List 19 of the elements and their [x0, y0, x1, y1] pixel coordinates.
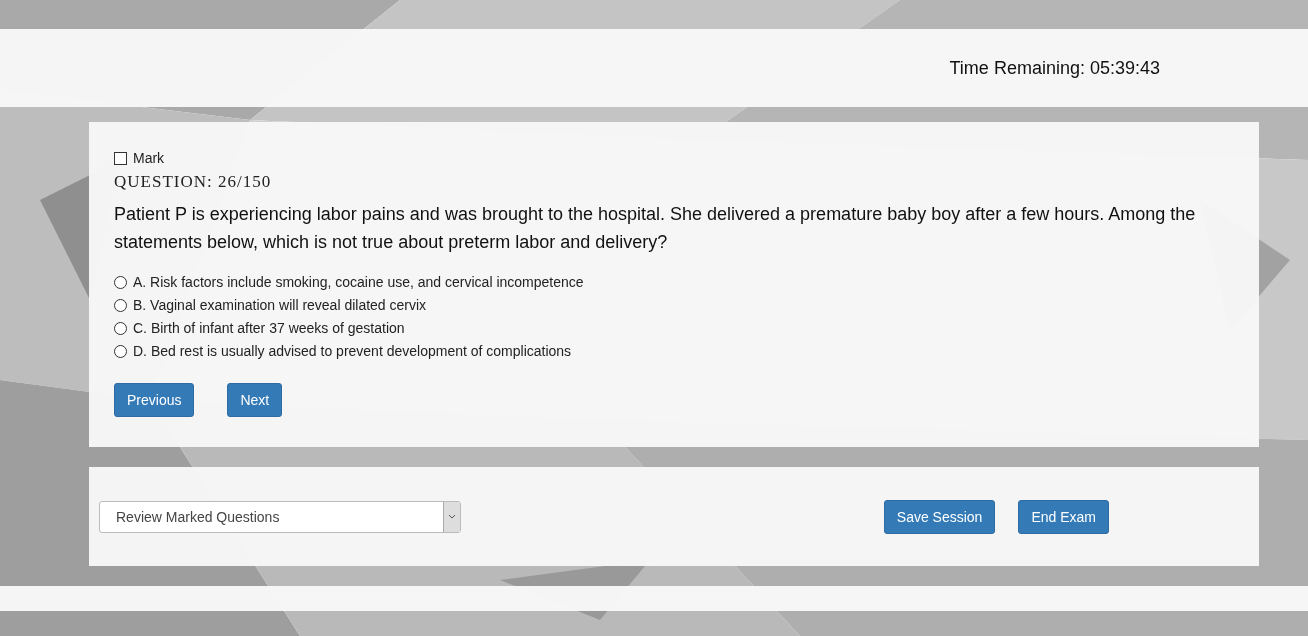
radio-button[interactable] — [114, 321, 127, 335]
mark-checkbox[interactable] — [114, 151, 127, 165]
answer-option[interactable]: D. Bed rest is usually advised to prevent development of complications — [133, 343, 572, 359]
radio-button[interactable] — [114, 298, 127, 312]
radio-button[interactable] — [114, 344, 127, 358]
previous-button[interactable]: Previous — [114, 383, 195, 417]
answer-option[interactable]: A. Risk factors include smoking, cocaine use, and cervical incompetence — [133, 274, 584, 290]
answer-option[interactable]: C. Birth of infant after 37 weeks of gestation — [133, 320, 405, 336]
end-exam-button[interactable]: End Exam — [1018, 499, 1109, 534]
answer-option[interactable]: B. Vaginal examination will reveal dilated cervix — [133, 297, 427, 313]
question-number: QUESTION: 26/150 — [114, 172, 273, 192]
mark-label[interactable]: Mark — [133, 150, 165, 166]
time-remaining: Time Remaining: 05:39:43 — [949, 57, 1160, 79]
review-dropdown[interactable]: Review Marked Questions — [99, 500, 461, 533]
save-session-button[interactable]: Save Session — [883, 499, 996, 534]
question-text: Patient P is experiencing labor pains and was brought to the hospital. She delivered a premature baby boy after a few hours. Among the statements below, which is not true about preterm labor and delivery? — [114, 203, 1197, 254]
chevron-down-icon — [448, 514, 456, 519]
next-button[interactable]: Next — [227, 383, 283, 417]
radio-button[interactable] — [114, 275, 127, 289]
